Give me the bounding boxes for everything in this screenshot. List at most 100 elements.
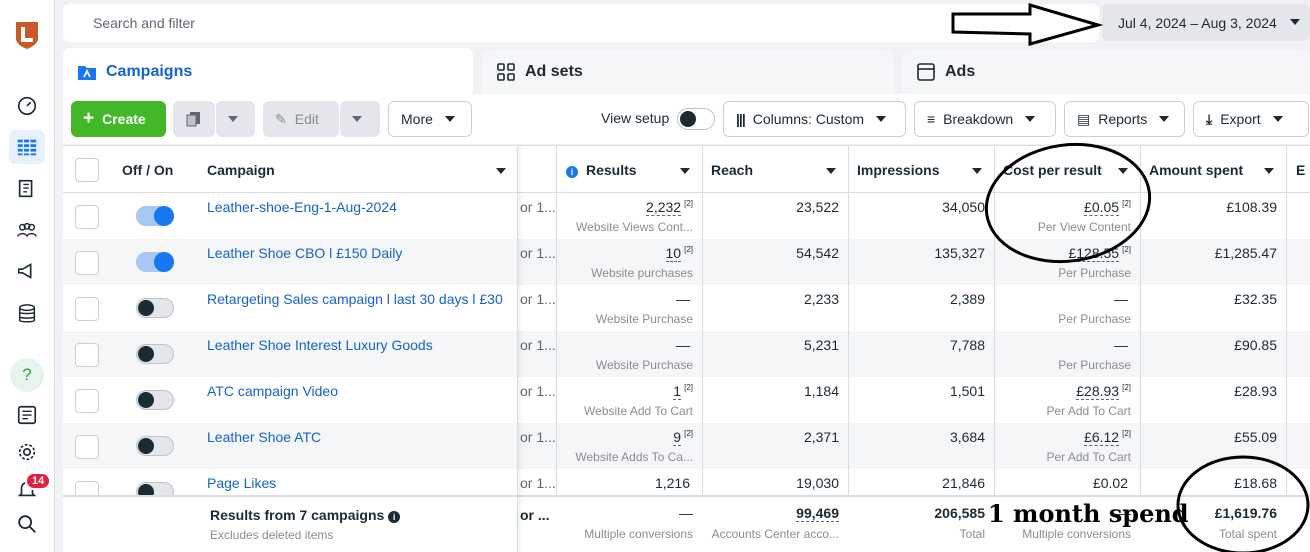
help-icon[interactable]: ? (10, 358, 44, 392)
impressions-cell: 34,050 (942, 199, 985, 215)
columns-button[interactable]: ||| Columns: Custom (723, 101, 906, 137)
duplicate-icon (186, 112, 200, 127)
impressions-cell: 1,501 (949, 383, 985, 399)
truncated-cell: or 1... (520, 383, 556, 399)
chevron-down-icon (1272, 116, 1283, 122)
chevron-down-icon (444, 116, 455, 122)
chevron-down-icon (1290, 19, 1300, 25)
truncated-cell: or 1... (520, 199, 556, 215)
dashboard-icon[interactable] (9, 88, 45, 122)
tab-label: Ads (945, 63, 976, 80)
chevron-down-icon (876, 116, 887, 122)
cost-per-result-cell: — Per Purchase (1058, 337, 1131, 372)
cost-per-result-cell: — Per Purchase (1058, 291, 1131, 326)
impressions-cell: 7,788 (949, 337, 985, 353)
chevron-down-icon (680, 168, 690, 174)
reports-button[interactable]: ▤ Reports (1064, 101, 1185, 137)
totals-truncated-cell: or ... (520, 507, 550, 523)
totals-results: — Multiple conversions (584, 505, 693, 541)
megaphone-icon[interactable] (9, 254, 45, 288)
column-header-amount-spent[interactable]: Amount spent (1140, 145, 1286, 193)
chevron-down-icon (972, 168, 982, 174)
column-header-hidden (518, 145, 556, 193)
reach-cell: 2,371 (803, 429, 839, 445)
totals-impressions: 206,585 Total (934, 505, 985, 541)
report-icon[interactable] (9, 398, 45, 432)
search-icon[interactable] (9, 507, 45, 541)
results-cell: 1 [2] Website Add To Cart (584, 383, 693, 418)
results-cell: 2,232 [2] Website Views Cont... (576, 199, 693, 234)
results-cell: — Website Purchase (595, 291, 693, 326)
totals-reach: 99,469 Accounts Center acco... (711, 505, 839, 541)
cost-per-result-cell: £28.93 [2] Per Add To Cart (1046, 383, 1131, 418)
cost-per-result-cell: £0.05 [2] Per View Content (1037, 199, 1131, 234)
column-header-cost-per-result[interactable]: Cost per result (994, 145, 1140, 193)
view-setup-toggle[interactable] (677, 108, 715, 130)
notification-badge: 14 (25, 472, 52, 490)
reports-icon: ▤ (1077, 110, 1091, 127)
chevron-down-icon (1264, 168, 1274, 174)
date-range-label: Jul 4, 2024 – Aug 3, 2024 (1118, 15, 1277, 31)
ad-sets-icon (497, 63, 515, 81)
campaigns-folder-icon (78, 66, 96, 80)
tab-ad-sets[interactable]: Ad sets (482, 50, 894, 94)
impressions-cell: 135,327 (934, 245, 985, 261)
export-button[interactable]: ⤓ Export (1193, 101, 1309, 137)
pencil-icon: ✎ (275, 110, 287, 127)
column-header-truncated[interactable]: E (1286, 145, 1310, 193)
amount-spent-cell: £108.39 (1226, 199, 1277, 215)
column-header-impressions[interactable]: Impressions (848, 145, 994, 193)
plus-icon: + (83, 108, 95, 129)
tab-label: Campaigns (106, 63, 193, 80)
info-icon: i (566, 166, 578, 178)
more-button[interactable]: More (388, 101, 472, 137)
date-range-picker[interactable]: Jul 4, 2024 – Aug 3, 2024 (1102, 4, 1310, 41)
create-button[interactable]: + Create (71, 101, 166, 137)
toolbar: + Create ✎ Edit More View setup ||| Columns… (63, 94, 1310, 144)
logo-icon[interactable] (14, 20, 40, 50)
reach-cell: 23,522 (796, 199, 839, 215)
duplicate-menu-button[interactable] (216, 101, 255, 137)
results-cell: 10 [2] Website purchases (591, 245, 693, 280)
edit-button[interactable]: ✎ Edit (263, 101, 339, 137)
breakdown-button[interactable]: ≡ Breakdown (914, 101, 1056, 137)
reach-cell: 1,184 (803, 383, 839, 399)
frozen-column-divider (63, 145, 518, 552)
chevron-down-icon (1159, 116, 1170, 122)
amount-spent-cell: £28.93 (1234, 383, 1277, 399)
truncated-cell: or 1... (520, 291, 556, 307)
search-input[interactable]: Search and filter (93, 15, 195, 31)
settings-icon[interactable] (9, 435, 45, 469)
pages-icon[interactable] (9, 172, 45, 206)
chevron-down-icon (1118, 168, 1128, 174)
column-header-reach[interactable]: Reach (702, 145, 848, 193)
search-bar[interactable]: Search and filter (63, 4, 1099, 42)
chevron-down-icon (1025, 116, 1036, 122)
reach-cell: 5,231 (803, 337, 839, 353)
tab-label: Ad sets (525, 63, 583, 80)
audience-icon[interactable] (9, 213, 45, 247)
columns-icon: ||| (736, 111, 746, 127)
download-icon: ⤓ (1206, 110, 1213, 127)
amount-spent-cell: £1,285.47 (1214, 245, 1277, 261)
chevron-down-icon (826, 168, 836, 174)
amount-spent-cell: £55.09 (1234, 429, 1277, 445)
impressions-cell: 3,684 (949, 429, 985, 445)
cost-per-result-cell: £128.55 [2] Per Purchase (1058, 245, 1131, 280)
handwritten-annotation: 1 month spend (988, 499, 1189, 528)
tab-campaigns[interactable]: Campaigns (63, 48, 473, 96)
database-icon[interactable] (9, 297, 45, 331)
amount-spent-cell: £32.35 (1234, 291, 1277, 307)
tab-ads[interactable]: Ads (902, 50, 1310, 94)
breakdown-icon: ≡ (927, 111, 936, 127)
campaigns-grid-icon[interactable] (9, 130, 45, 164)
column-header-results[interactable]: i Results (556, 145, 702, 193)
truncated-cell: or 1... (520, 337, 556, 353)
chevron-down-icon (352, 116, 362, 122)
edit-menu-button[interactable] (340, 101, 380, 137)
results-cell: — Website Purchase (595, 337, 693, 372)
campaigns-table: Off / On Campaign i Results Reach Impress… (63, 145, 1310, 552)
duplicate-button[interactable] (173, 101, 215, 137)
reach-cell: 54,542 (796, 245, 839, 261)
truncated-cell: or 1... (520, 429, 556, 445)
